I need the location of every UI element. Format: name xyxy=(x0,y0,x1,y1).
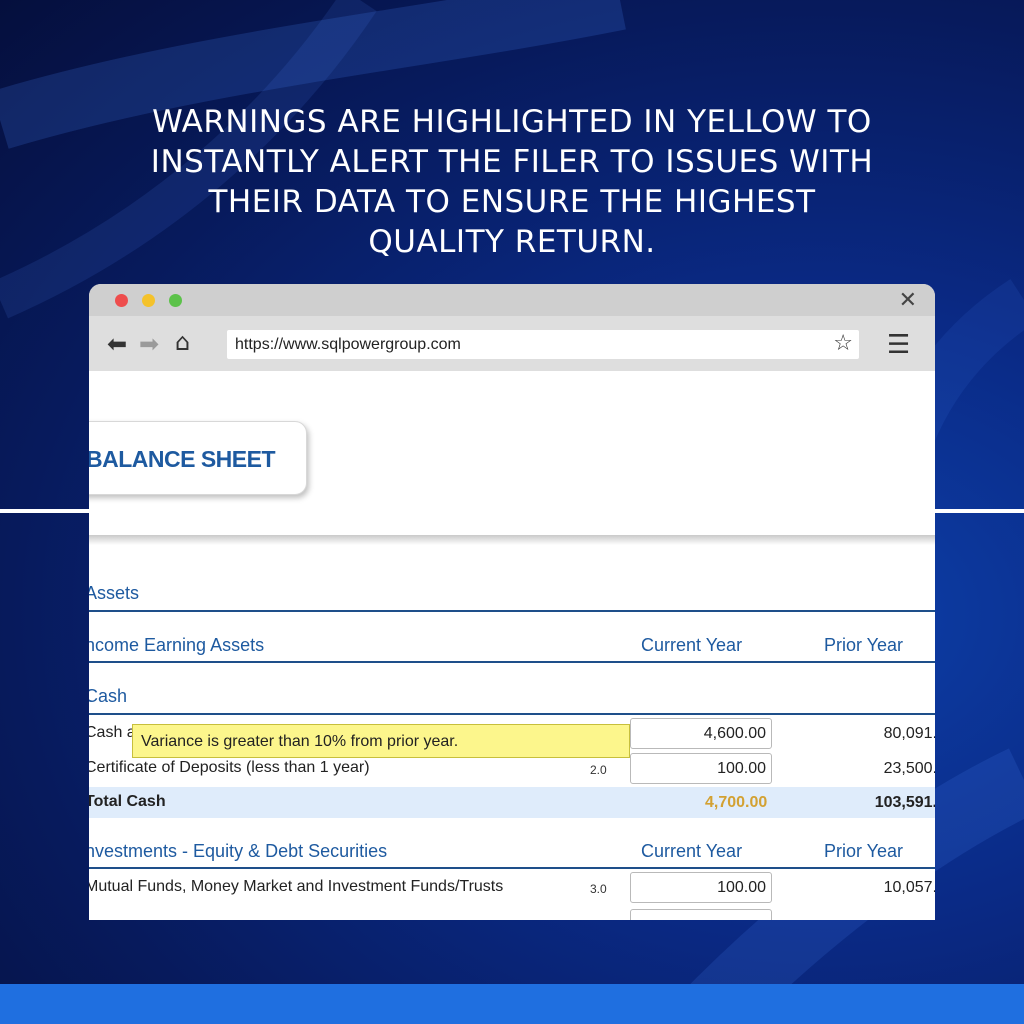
menu-icon[interactable]: ☰ xyxy=(887,330,910,360)
partial-row xyxy=(89,909,935,920)
income-assets-heading: ncome Earning Assets xyxy=(89,635,265,655)
close-icon[interactable]: ✕ xyxy=(899,288,917,313)
cash-current-input[interactable]: 4,600.00 xyxy=(630,718,772,749)
home-icon[interactable]: ⌂ xyxy=(175,328,190,356)
url-text: https://www.sqlpowergroup.com xyxy=(235,336,461,353)
divider xyxy=(89,661,935,663)
divider xyxy=(89,610,935,612)
total-cash-row xyxy=(89,787,935,818)
divider xyxy=(89,713,935,715)
current-year-header: Current Year xyxy=(641,635,743,655)
prior-year-header: Prior Year xyxy=(824,635,904,655)
mutual-funds-row-code: 3.0 xyxy=(590,882,607,896)
current-year-header-2: Current Year xyxy=(641,841,743,861)
variance-warning: Variance is greater than 10% from prior … xyxy=(132,724,630,758)
cash-heading: Cash xyxy=(89,686,128,706)
balance-sheet-tab[interactable]: BALANCE SHEET xyxy=(89,421,307,495)
prior-year-header-2: Prior Year xyxy=(824,841,904,861)
address-bar[interactable]: https://www.sqlpowergroup.com ☆ xyxy=(227,330,859,359)
cash-prior-value: 80,091. xyxy=(883,725,935,742)
mutual-funds-prior-value: 10,057. xyxy=(883,879,935,896)
window-close-dot[interactable] xyxy=(115,294,128,307)
headline: WARNINGS ARE HIGHLIGHTED IN YELLOW TO IN… xyxy=(150,104,874,260)
browser-navbar: ⬅ ➡ ⌂ https://www.sqlpowergroup.com ☆ ☰ xyxy=(89,316,935,371)
back-arrow-icon[interactable]: ⬅ xyxy=(107,330,127,358)
window-maximize-dot[interactable] xyxy=(169,294,182,307)
total-cash-prior: 103,591. xyxy=(874,794,935,811)
assets-heading: Assets xyxy=(89,583,140,603)
cd-row-code: 2.0 xyxy=(590,763,607,777)
total-cash-label: Total Cash xyxy=(89,793,166,810)
divider xyxy=(89,867,935,869)
investments-heading: nvestments - Equity & Debt Securities xyxy=(89,841,388,861)
total-cash-current: 4,700.00 xyxy=(705,794,768,811)
cash-row-label: Cash a xyxy=(89,724,136,741)
mutual-funds-current-input[interactable]: 100.00 xyxy=(630,872,772,903)
page-content: BALANCE SHEET Assets ncome Earning Asset… xyxy=(89,371,935,920)
bottom-accent-bar xyxy=(0,984,1024,1024)
browser-titlebar: ✕ xyxy=(89,284,935,316)
partial-row-input[interactable] xyxy=(630,909,772,920)
divider-line-left xyxy=(0,509,90,513)
cd-current-input[interactable]: 100.00 xyxy=(630,753,772,784)
cd-prior-value: 23,500. xyxy=(883,760,935,777)
cd-row-label: Certificate of Deposits (less than 1 yea… xyxy=(89,759,370,776)
mutual-funds-row-label: Mutual Funds, Money Market and Investmen… xyxy=(89,878,504,895)
divider-line-right xyxy=(934,509,1024,513)
forward-arrow-icon[interactable]: ➡ xyxy=(139,330,159,358)
browser-window: ✕ ⬅ ➡ ⌂ https://www.sqlpowergroup.com ☆ … xyxy=(89,284,935,920)
section-shadow xyxy=(89,535,935,545)
star-icon[interactable]: ☆ xyxy=(833,331,853,356)
window-minimize-dot[interactable] xyxy=(142,294,155,307)
page-title: BALANCE SHEET xyxy=(89,446,276,472)
